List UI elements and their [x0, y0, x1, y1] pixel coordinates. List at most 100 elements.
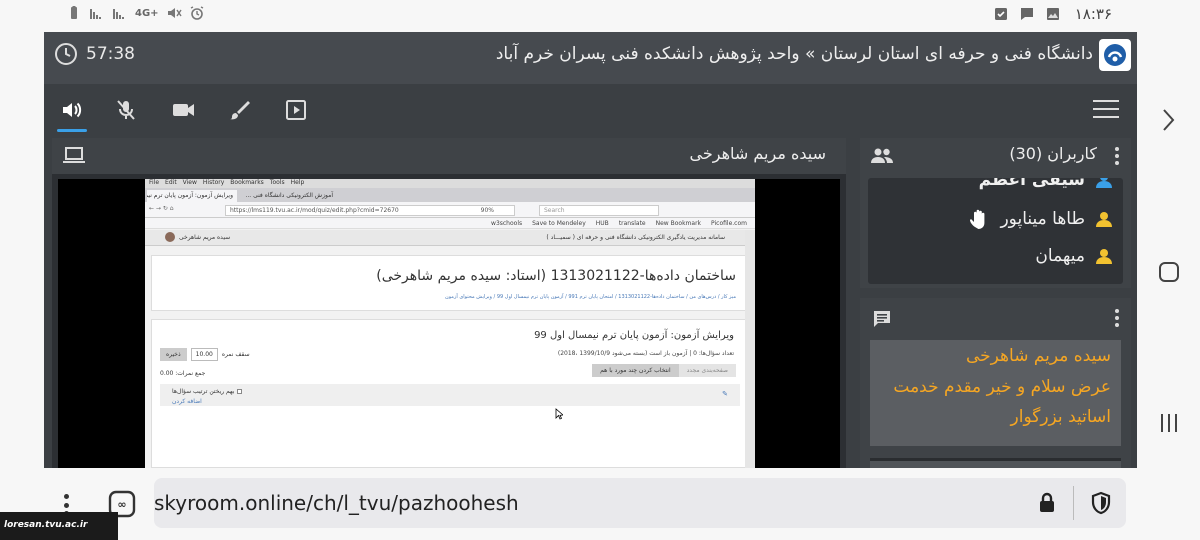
title-bar: 57:38 دانشگاه فنی و حرفه ای استان لرستان… — [44, 32, 1137, 84]
nav-home-icon[interactable] — [1157, 260, 1181, 284]
user-item[interactable]: سیفی اعظم — [979, 178, 1113, 190]
signal-icon-2 — [113, 9, 124, 19]
user-name: طاها میناپور — [1000, 209, 1085, 229]
user-name: میهمان — [1035, 246, 1085, 266]
shared-tab-active: ویرایش آزمون: آزمون پایان ترم نیم... — [147, 190, 237, 202]
microphone-button[interactable] — [112, 96, 140, 124]
shared-tab-2: آموزش الکترونیکی دانشگاه فنی ... — [245, 192, 333, 199]
camera-button[interactable] — [170, 96, 198, 124]
status-bar: 4G+ ۱۸:۳۶ — [0, 0, 1200, 32]
shared-url: https://lms119.tvu.ac.ir/mod/quiz/edit.p… — [230, 207, 399, 214]
speaker-button[interactable] — [57, 96, 87, 132]
shared-scrollbar — [745, 230, 755, 468]
alarm-icon — [190, 6, 203, 20]
shared-action-buttons: انتخاب کردن چند مورد با هم صفحه‌بندی مجد… — [592, 364, 736, 377]
brush-icon — [230, 101, 250, 120]
shared-bookmark: New Bookmark — [655, 220, 702, 227]
shared-breadcrumb: میز کار / درس‌های من / ساختمان داده‌ها-1… — [445, 294, 736, 300]
user-item[interactable]: طاها میناپور — [968, 208, 1113, 230]
shared-shuffle-checkbox — [237, 389, 243, 394]
user-icon — [1096, 249, 1112, 264]
camera-icon — [173, 104, 194, 116]
shared-select-multiple: انتخاب کردن چند مورد با هم — [592, 364, 679, 377]
screen-share-panel: سیده مریم شاهرخی File Edit View History … — [52, 138, 846, 468]
url-text[interactable]: skyroom.online/ch/l_tvu/pazhoohesh — [154, 491, 519, 515]
mic-muted-icon — [117, 100, 135, 120]
browser-bottom-bar: ∞ skyroom.online/ch/l_tvu/pazhoohesh — [44, 468, 1137, 540]
shared-menu-edit: Edit — [165, 179, 177, 186]
media-player-button[interactable] — [282, 96, 310, 124]
shared-repaginate: صفحه‌بندی مجدد — [678, 364, 736, 377]
screen-share-header: سیده مریم شاهرخی — [52, 138, 846, 174]
shared-menubar: File Edit View History Bookmarks Tools H… — [145, 179, 755, 188]
chat-sender: سیده مریم شاهرخی — [966, 346, 1111, 366]
svg-text:∞: ∞ — [117, 498, 126, 511]
user-icon — [1096, 212, 1112, 227]
user-item[interactable]: میهمان — [1035, 246, 1113, 266]
shared-bookmark: Picofile.com — [711, 220, 747, 227]
skyroom-app: 57:38 دانشگاه فنی و حرفه ای استان لرستان… — [44, 32, 1137, 468]
hamburger-menu-button[interactable] — [1093, 100, 1119, 120]
shared-menu-history: History — [202, 179, 225, 186]
room-title: دانشگاه فنی و حرفه ای استان لرستان » واح… — [495, 44, 1093, 64]
shared-grade-input: 10.00 — [190, 348, 218, 361]
shared-add-link: اضافه کردن — [172, 398, 202, 405]
shared-bookmark: Save to Mendeley — [532, 220, 586, 227]
shared-nav-buttons: ← → ↻ ⌂ — [149, 205, 174, 212]
laptop-icon — [63, 147, 85, 163]
shared-section: بهم ریختن ترتیب سؤال‌ها اضافه کردن ✎ — [160, 384, 740, 406]
whiteboard-brush-button[interactable] — [226, 96, 254, 124]
shared-tabstrip: ویرایش آزمون: آزمون پایان ترم نیم... آمو… — [145, 188, 755, 202]
chat-next-message — [870, 458, 1121, 468]
session-timer: 57:38 — [54, 42, 135, 66]
users-title: کاربران (30) — [1009, 144, 1097, 163]
chat-more-button[interactable] — [1115, 309, 1119, 327]
shared-bookmark: HUB — [595, 220, 609, 227]
nav-forward-icon[interactable] — [1160, 108, 1176, 132]
shared-bookmark: translate — [618, 220, 646, 227]
presenter-name: سیده مریم شاهرخی — [689, 144, 826, 163]
shared-quiz-card: ویرایش آزمون: آزمون پایان ترم نیمسال اول… — [151, 319, 747, 468]
network-label: 4G+ — [135, 7, 159, 19]
battery-icon — [71, 6, 77, 19]
shared-quiz-title: ویرایش آزمون: آزمون پایان ترم نیمسال اول… — [534, 330, 734, 341]
shared-menu-tools: Tools — [269, 179, 285, 186]
chat-text-line: عرض سلام و خیر مقدم خدمت — [893, 377, 1111, 397]
shared-save-button: ذخیره — [160, 348, 187, 361]
shared-screen[interactable]: File Edit View History Bookmarks Tools H… — [58, 179, 840, 468]
status-time: ۱۸:۳۶ — [1074, 5, 1112, 23]
shared-browser-window: File Edit View History Bookmarks Tools H… — [145, 179, 755, 468]
shared-urlbar: https://lms119.tvu.ac.ir/mod/quiz/edit.p… — [225, 205, 515, 216]
shield-icon[interactable] — [1090, 491, 1112, 515]
url-bar[interactable]: skyroom.online/ch/l_tvu/pazhoohesh — [154, 478, 1126, 528]
user-name: سیفی اعظم — [978, 178, 1085, 190]
shared-total-marks: جمع نمرات: 0.00 — [160, 370, 206, 377]
users-group-icon — [871, 148, 893, 163]
chat-panel: سیده مریم شاهرخی عرض سلام و خیر مقدم خدم… — [860, 298, 1131, 468]
shared-menu-bookmarks: Bookmarks — [230, 179, 264, 186]
shared-user-menu: سیده مریم شاهرخی — [165, 232, 230, 242]
signal-icon — [90, 9, 101, 19]
shared-shuffle-label: بهم ریختن ترتیب سؤال‌ها — [172, 388, 235, 395]
session-timer-text: 57:38 — [86, 44, 135, 64]
url-divider — [1073, 486, 1074, 520]
toolbar — [44, 84, 1137, 132]
shared-navbar: ← → ↻ ⌂ https://lms119.tvu.ac.ir/mod/qui… — [145, 202, 755, 218]
shared-quiz-info: تعداد سؤال‌ها: 0 | آزمون باز است (بسته م… — [557, 350, 734, 357]
shared-menu-help: Help — [290, 179, 305, 186]
phone-screen: 4G+ ۱۸:۳۶ 57:38 دانشگاه فنی و حرفه ای اس… — [0, 0, 1200, 540]
shared-edit-pencil-icon: ✎ — [722, 390, 728, 398]
message-notification-icon — [1020, 8, 1033, 20]
nav-recents-icon[interactable] — [1158, 412, 1180, 434]
lock-icon[interactable] — [1038, 492, 1056, 514]
shared-max-grade: ذخیره 10.00 سقف نمره — [160, 348, 250, 361]
users-list: سیفی اعظم طاها میناپور میهمان — [868, 178, 1123, 284]
status-icons-left: 4G+ — [66, 5, 205, 21]
watermark-label: loresan.tvu.ac.ir — [0, 512, 118, 540]
shared-site-title: سامانه مدیریت یادگیری الکترونیکی دانشگاه… — [546, 234, 725, 241]
checkbox-notification-icon — [994, 8, 1007, 20]
raised-hand-icon — [970, 209, 985, 229]
status-icons-right: ۱۸:۳۶ — [993, 5, 1112, 23]
users-more-button[interactable] — [1115, 147, 1119, 165]
image-notification-icon — [1046, 8, 1059, 20]
